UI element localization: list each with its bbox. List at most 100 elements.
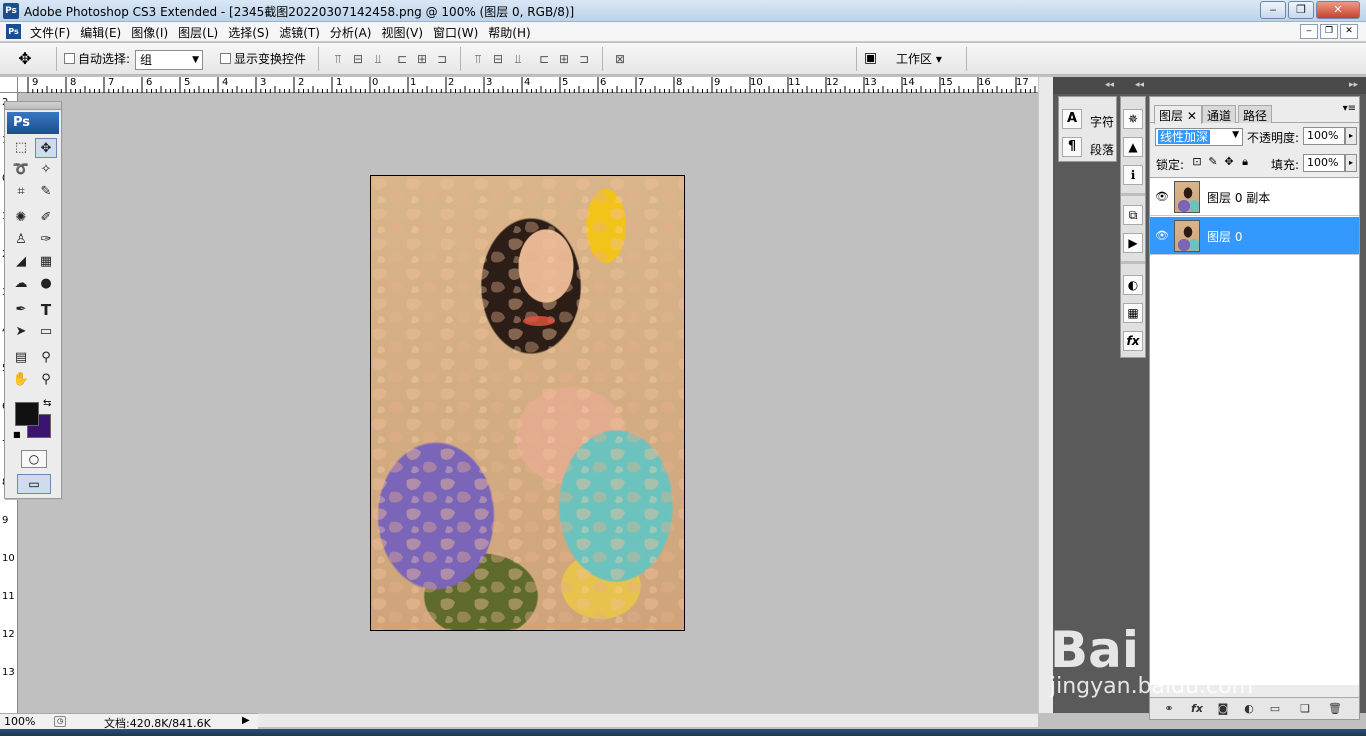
quick-mask-button[interactable]: ○ [21, 450, 47, 468]
marquee-tool-icon[interactable]: ⬚ [10, 138, 32, 158]
ps-menu-icon[interactable]: Ps [6, 24, 21, 39]
swap-colors-icon[interactable]: ⇆ [43, 398, 51, 409]
menu-file[interactable]: 文件(F) [30, 24, 76, 41]
type-tool-icon[interactable]: T [35, 300, 57, 320]
blend-mode-dropdown[interactable]: 线性加深 ▼ [1155, 128, 1243, 146]
layer-row[interactable]: 👁︎ 图层 0 副本 [1150, 178, 1359, 216]
fill-input[interactable]: 100% [1303, 154, 1345, 172]
document-image[interactable] [370, 175, 685, 631]
auto-select-checkbox[interactable] [64, 53, 75, 64]
move-tool-preset-icon[interactable]: ✥ [14, 48, 36, 70]
workspace-button[interactable]: 工作区 ▾ [896, 50, 942, 67]
align-top-icon[interactable]: ⫪ [330, 52, 346, 66]
path-selection-icon[interactable]: ➤ [10, 322, 32, 342]
align-left-icon[interactable]: ⊏ [394, 52, 410, 66]
styles-icon[interactable]: fx [1123, 331, 1143, 351]
adjustment-layer-icon[interactable]: ◐ [1240, 701, 1258, 717]
tab-layers[interactable]: 图层 ✕ [1154, 105, 1202, 124]
vertical-scrollbar[interactable] [1038, 77, 1053, 713]
opacity-slider-button[interactable]: ▸ [1345, 127, 1357, 145]
tab-paths[interactable]: 路径 [1238, 105, 1273, 123]
minimize-button[interactable]: ‒ [1260, 1, 1286, 19]
info-icon[interactable]: ℹ [1123, 165, 1143, 185]
opacity-input[interactable]: 100% [1303, 127, 1345, 145]
maximize-button[interactable]: ❐ [1288, 1, 1314, 19]
menu-select[interactable]: 选择(S) [228, 24, 275, 41]
magic-wand-icon[interactable]: ✧ [35, 160, 57, 180]
crop-tool-icon[interactable]: ⌗ [10, 182, 32, 202]
close-icon[interactable]: ✕ [1187, 109, 1197, 123]
align-bottom-icon[interactable]: ⫫ [370, 52, 386, 66]
new-group-icon[interactable]: ▭ [1266, 701, 1284, 717]
actions-icon[interactable]: ▶ [1123, 233, 1143, 253]
pen-tool-icon[interactable]: ✒ [10, 300, 32, 320]
ruler-origin[interactable] [0, 77, 18, 93]
blur-tool-icon[interactable]: ☁ [10, 274, 32, 294]
link-layers-icon[interactable]: ⚭ [1160, 701, 1178, 717]
eyedropper-icon[interactable]: ⚲ [35, 348, 57, 368]
foreground-color-swatch[interactable] [15, 402, 39, 426]
eye-icon[interactable]: 👁︎ [1154, 229, 1170, 243]
panel-menu-icon[interactable]: ▾≡ [1343, 103, 1356, 114]
close-button[interactable]: ✕ [1316, 1, 1360, 19]
screen-mode-button[interactable]: ▭ [17, 474, 51, 494]
healing-brush-icon[interactable]: ✺ [10, 208, 32, 228]
distribute-left-icon[interactable]: ⊏ [536, 52, 552, 66]
layer-name[interactable]: 图层 0 [1207, 228, 1242, 245]
new-layer-icon[interactable]: ❏ [1296, 701, 1314, 717]
eraser-tool-icon[interactable]: ◢ [10, 252, 32, 272]
layer-name[interactable]: 图层 0 副本 [1207, 189, 1270, 206]
distribute-vcenter-icon[interactable]: ⊟ [490, 52, 506, 66]
collapse-arrows-icon[interactable]: ◂◂ [1135, 80, 1144, 90]
align-hcenter-icon[interactable]: ⊞ [414, 52, 430, 66]
eye-icon[interactable]: 👁︎ [1154, 190, 1170, 204]
navigator-icon[interactable]: ✵ [1123, 109, 1143, 129]
menu-edit[interactable]: 编辑(E) [80, 24, 127, 41]
swatches-icon[interactable]: ▦ [1123, 303, 1143, 323]
show-transform-checkbox[interactable] [220, 53, 231, 64]
lock-transparency-icon[interactable]: ⊡ [1190, 155, 1204, 169]
play-icon[interactable]: ▶ [242, 715, 250, 726]
notes-tool-icon[interactable]: ▤ [10, 348, 32, 368]
camera-icon[interactable]: ▣ [864, 50, 886, 68]
layer-style-icon[interactable]: fx [1188, 701, 1206, 717]
layer-mask-icon[interactable]: ◙ [1214, 701, 1232, 717]
zoom-level[interactable]: 100% [4, 715, 35, 728]
paragraph-panel-button[interactable]: ¶ 段落 [1062, 135, 1114, 161]
ruler-horizontal[interactable]: 9 8 7 6 5 4 3 2 1 0 1 2 3 4 5 6 7 8 9 10… [18, 77, 1038, 93]
slice-tool-icon[interactable]: ✎ [35, 182, 57, 202]
character-panel-button[interactable]: A 字符 [1062, 107, 1114, 133]
menu-analysis[interactable]: 分析(A) [330, 24, 378, 41]
default-colors-icon[interactable]: ■ [13, 430, 21, 439]
dodge-tool-icon[interactable]: ● [35, 274, 57, 294]
brush-tool-icon[interactable]: ✐ [35, 208, 57, 228]
doc-close-button[interactable]: ✕ [1340, 24, 1358, 39]
histogram-icon[interactable]: ▲ [1123, 137, 1143, 157]
lock-all-icon[interactable]: 🔒︎ [1238, 155, 1252, 169]
fill-slider-button[interactable]: ▸ [1345, 154, 1357, 172]
zoom-tool-icon[interactable]: ⚲ [35, 370, 57, 390]
menu-help[interactable]: 帮助(H) [488, 24, 536, 41]
menu-window[interactable]: 窗口(W) [433, 24, 484, 41]
distribute-top-icon[interactable]: ⫪ [470, 52, 486, 66]
lasso-tool-icon[interactable]: ➰ [10, 160, 32, 180]
auto-align-icon[interactable]: ⊠ [612, 52, 628, 66]
lock-image-icon[interactable]: ✎ [1206, 155, 1220, 169]
menu-view[interactable]: 视图(V) [381, 24, 429, 41]
menu-filter[interactable]: 滤镜(T) [279, 24, 326, 41]
layer-row[interactable]: 👁︎ 图层 0 [1150, 217, 1359, 255]
distribute-hcenter-icon[interactable]: ⊞ [556, 52, 572, 66]
color-icon[interactable]: ◐ [1123, 275, 1143, 295]
align-vcenter-icon[interactable]: ⊟ [350, 52, 366, 66]
distribute-right-icon[interactable]: ⊐ [576, 52, 592, 66]
history-brush-icon[interactable]: ✑ [35, 230, 57, 250]
hand-tool-icon[interactable]: ✋ [10, 370, 32, 390]
doc-minimize-button[interactable]: ‒ [1300, 24, 1318, 39]
auto-select-dropdown[interactable]: 组 ▼ [135, 50, 203, 70]
trash-icon[interactable]: 🗑︎ [1326, 701, 1344, 717]
tab-channels[interactable]: 通道 [1202, 105, 1237, 123]
gradient-tool-icon[interactable]: ▦ [35, 252, 57, 272]
distribute-bottom-icon[interactable]: ⫫ [510, 52, 526, 66]
horizontal-scrollbar[interactable] [258, 713, 1038, 727]
lock-position-icon[interactable]: ✥ [1222, 155, 1236, 169]
